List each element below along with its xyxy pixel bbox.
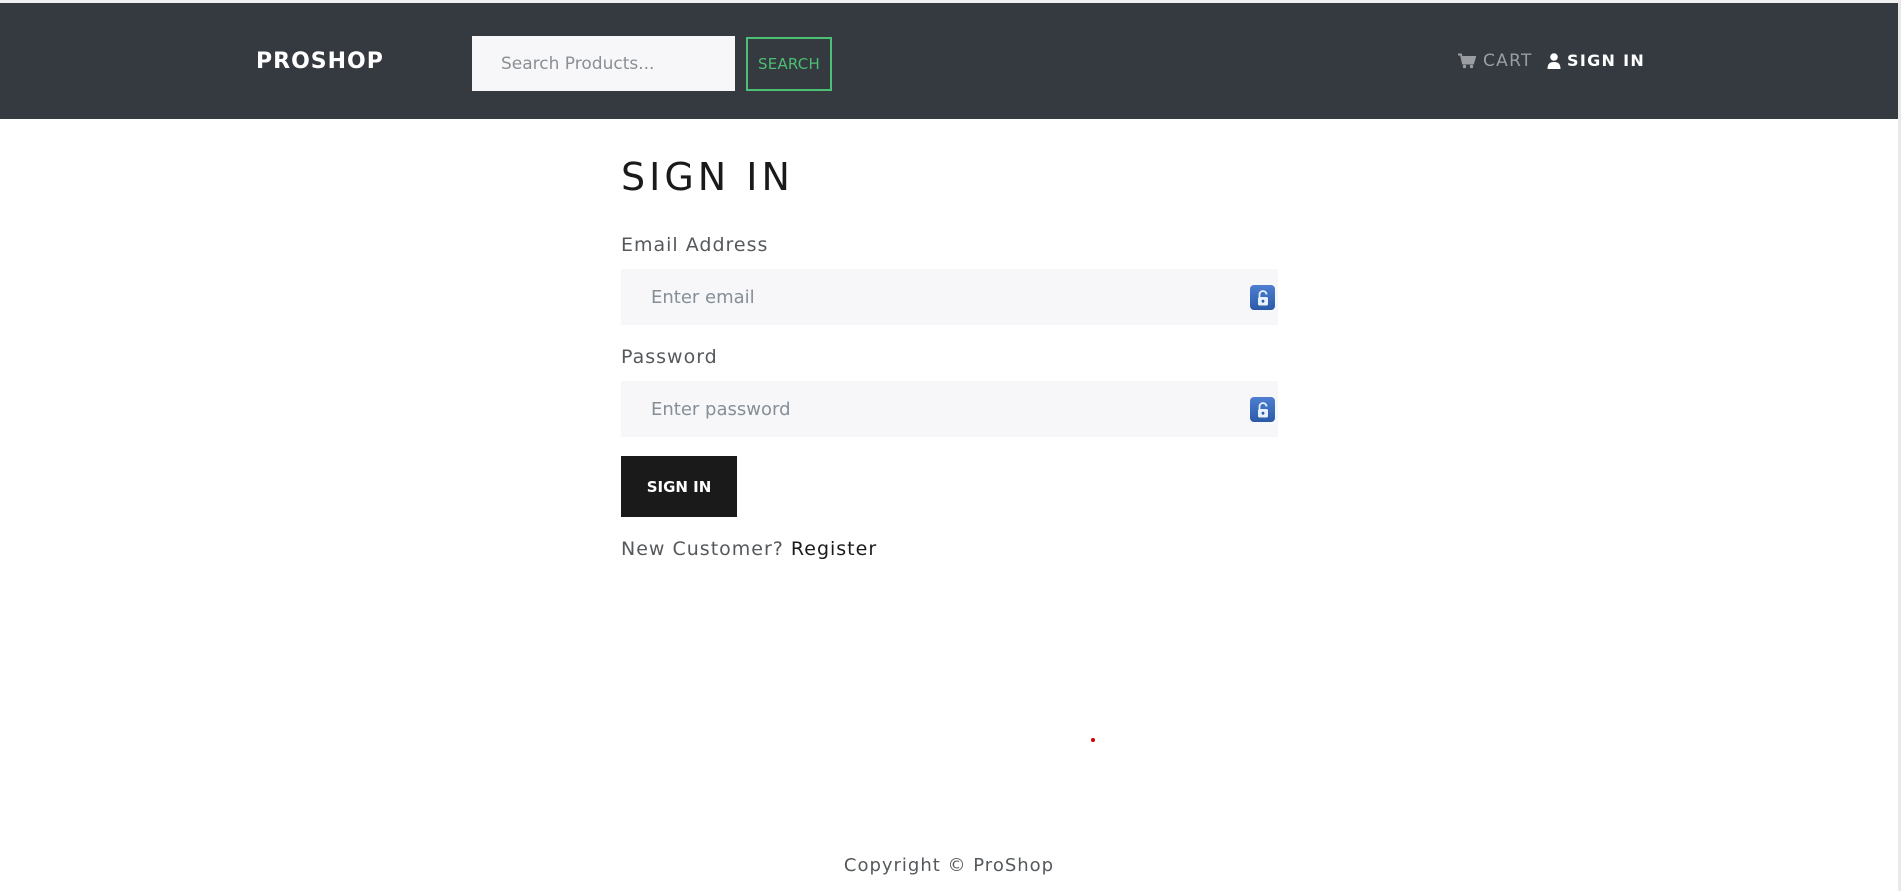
page-title: SIGN IN xyxy=(621,155,794,199)
search-input[interactable] xyxy=(472,36,735,91)
password-manager-lock-icon[interactable] xyxy=(1250,397,1275,422)
register-link[interactable]: Register xyxy=(791,538,877,560)
page: PROSHOP SEARCH CART SIGN IN xyxy=(0,0,1901,891)
nav-cart-link[interactable]: CART xyxy=(1458,51,1533,71)
password-manager-lock-icon[interactable] xyxy=(1250,285,1275,310)
user-icon xyxy=(1547,52,1561,69)
new-customer-line: New Customer? Register xyxy=(621,538,877,560)
email-label: Email Address xyxy=(621,234,769,256)
footer-copyright: Copyright © ProShop xyxy=(843,855,1055,876)
email-field[interactable] xyxy=(621,269,1278,325)
nav-cart-label: CART xyxy=(1483,51,1533,71)
search-button[interactable]: SEARCH xyxy=(746,37,832,91)
signin-button[interactable]: SIGN IN xyxy=(621,456,737,517)
password-label: Password xyxy=(621,346,718,368)
nav-signin-link[interactable]: SIGN IN xyxy=(1547,51,1645,70)
nav-signin-label: SIGN IN xyxy=(1567,51,1646,70)
brand-logo[interactable]: PROSHOP xyxy=(256,49,384,74)
password-field[interactable] xyxy=(621,381,1278,437)
cursor-dot xyxy=(1091,738,1095,742)
new-customer-text: New Customer? xyxy=(621,538,784,560)
cart-icon xyxy=(1458,53,1476,69)
navbar: PROSHOP SEARCH CART SIGN IN xyxy=(0,3,1898,119)
